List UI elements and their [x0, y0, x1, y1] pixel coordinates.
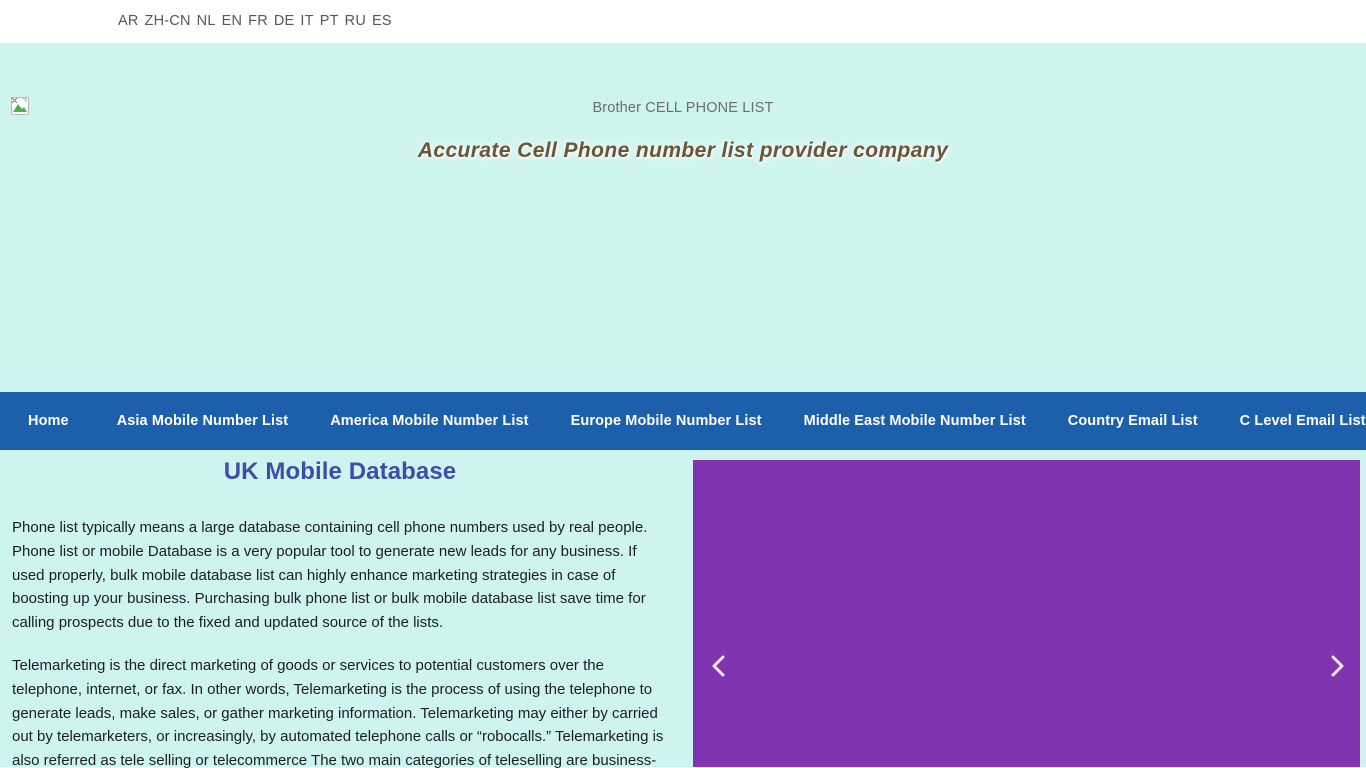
- language-link-it[interactable]: IT: [300, 14, 313, 29]
- content-area: UK Mobile Database Phone list typically …: [0, 450, 1366, 768]
- language-link-en[interactable]: EN: [222, 14, 243, 29]
- language-link-ar[interactable]: AR: [118, 14, 139, 29]
- chevron-left-icon: [708, 653, 730, 679]
- language-link-zh-cn[interactable]: ZH-CN: [145, 14, 191, 29]
- language-link-es[interactable]: ES: [372, 14, 392, 29]
- language-link-nl[interactable]: NL: [197, 14, 216, 29]
- nav-item-country-email-list[interactable]: Country Email List: [1068, 413, 1198, 429]
- language-bar: AR ZH-CN NL EN FR DE IT PT RU ES: [0, 0, 1366, 43]
- language-link-fr[interactable]: FR: [248, 14, 268, 29]
- main-navigation: Home Asia Mobile Number List America Mob…: [0, 392, 1366, 450]
- nav-item-middle-east-mobile-number-list[interactable]: Middle East Mobile Number List: [804, 413, 1026, 429]
- article-paragraph-2: Telemarketing is the direct marketing of…: [12, 656, 664, 768]
- language-link-pt[interactable]: PT: [320, 14, 339, 29]
- page-title: UK Mobile Database: [223, 458, 457, 485]
- nav-item-c-level-email-list[interactable]: C Level Email List: [1240, 413, 1366, 429]
- slider-next-button[interactable]: [1320, 649, 1354, 683]
- nav-item-america-mobile-number-list[interactable]: America Mobile Number List: [330, 413, 528, 429]
- language-link-ru[interactable]: RU: [345, 14, 366, 29]
- nav-item-home[interactable]: Home: [28, 413, 69, 429]
- chevron-right-icon: [1326, 653, 1348, 679]
- nav-item-europe-mobile-number-list[interactable]: Europe Mobile Number List: [571, 413, 762, 429]
- language-list: AR ZH-CN NL EN FR DE IT PT RU ES: [118, 14, 392, 29]
- page-root: AR ZH-CN NL EN FR DE IT PT RU ES Brother…: [0, 0, 1366, 768]
- slider-prev-button[interactable]: [702, 649, 736, 683]
- article-column: UK Mobile Database Phone list typically …: [0, 450, 682, 768]
- image-slider[interactable]: [693, 460, 1360, 767]
- masthead-banner: Brother CELL PHONE LIST Accurate Cell Ph…: [0, 43, 1366, 392]
- article-paragraph-1: Phone list typically means a large datab…: [12, 519, 648, 632]
- site-tagline: Accurate Cell Phone number list provider…: [417, 139, 949, 162]
- nav-item-asia-mobile-number-list[interactable]: Asia Mobile Number List: [117, 413, 289, 429]
- language-link-de[interactable]: DE: [274, 14, 295, 29]
- site-title: Brother CELL PHONE LIST: [592, 100, 774, 116]
